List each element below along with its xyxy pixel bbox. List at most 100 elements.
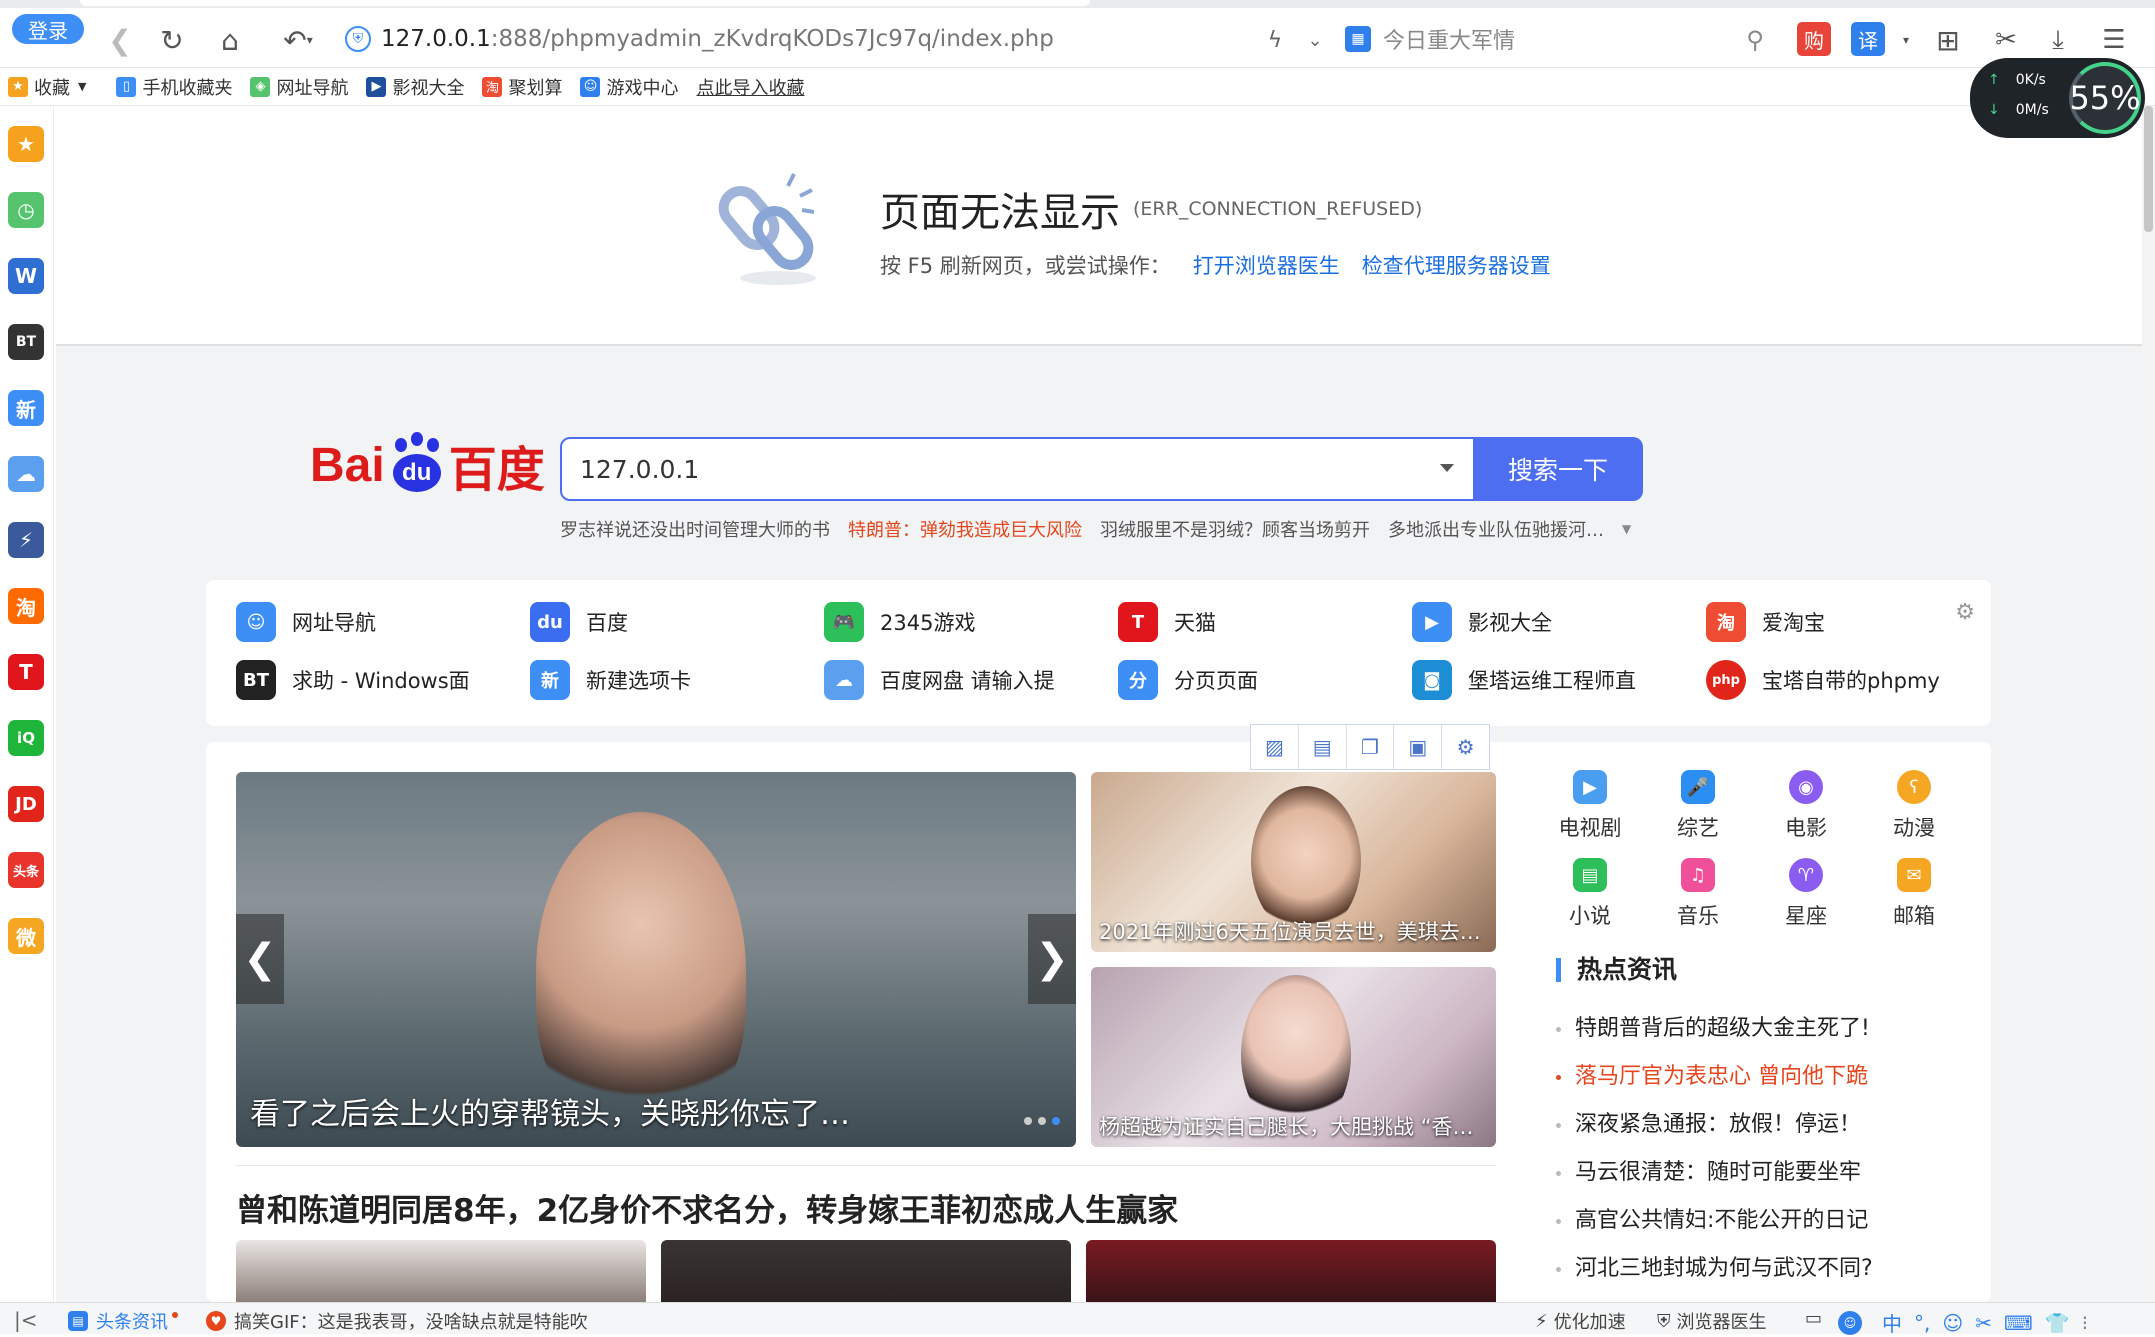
settings-icon[interactable]: ⚙ [1955,600,1975,625]
sidebar-weibo-icon[interactable]: 微 [8,918,44,954]
collapse-sidebar-icon[interactable]: |< [14,1308,38,1332]
sidebar-word-icon[interactable]: W [8,258,44,294]
sidebar-favorites-icon[interactable]: ★ [8,126,44,162]
refresh-icon[interactable]: ↻ [152,20,192,60]
keyboard-icon[interactable]: ⌨ [2004,1311,2033,1335]
sidebar-toutiao-icon[interactable]: 头条 [8,852,44,888]
back-icon[interactable]: ❮ [100,20,140,60]
carousel-dots[interactable] [1024,1117,1060,1125]
quick-link-phpmyadmin[interactable]: php 宝塔自带的phpmy [1706,660,1956,700]
category-tv[interactable]: ▶ 电视剧 [1550,770,1630,842]
image-settings-icon[interactable]: ⚙ [1442,725,1489,769]
menu-icon[interactable]: ☰ [2094,20,2134,60]
ime-mode[interactable]: 中 [1882,1308,1902,1337]
main-news-photo[interactable]: 看了之后会上火的穿帮镜头，关晓彤你忘了… [236,772,1076,1147]
category-mail[interactable]: ✉ 邮箱 [1874,858,1954,930]
bookmark-favorites[interactable]: ★ 收藏 ▼ [8,74,86,100]
hot-info-item[interactable]: 高官公共情妇:不能公开的日记 [1556,1202,1868,1234]
bookmark-juhuasuan[interactable]: 淘聚划算 [482,74,562,100]
hot-info-item[interactable]: 落马厅官为表忠心 曾向他下跪 [1556,1058,1868,1090]
sidebar-history-icon[interactable]: ◷ [8,192,44,228]
hot-news-search[interactable]: ▦ 今日重大军情 [1345,18,1765,60]
sidebar-bt-icon[interactable]: BT [8,324,44,360]
category-music[interactable]: ♫ 音乐 [1658,858,1738,930]
thumb-photo-2[interactable] [661,1240,1071,1302]
sidebar-app-icon[interactable]: ⚡ [8,522,44,558]
chevron-down-icon[interactable]: ▼ [1622,522,1631,536]
quick-link-baidu-pan[interactable]: ☁ 百度网盘 请输入提 [824,660,1074,700]
emoji-icon[interactable]: ☺ [1942,1311,1963,1335]
lightning-icon[interactable]: ϟ [1255,20,1295,60]
quick-link-bt-help[interactable]: BT 求助 - Windows面 [236,660,486,700]
undo-icon[interactable]: ↶ ▾ [268,20,328,60]
check-proxy-link[interactable]: 检查代理服务器设置 [1362,250,1551,280]
import-bookmarks-link[interactable]: 点此导入收藏 [696,74,804,100]
translate-icon[interactable]: 译 [1851,22,1885,56]
search-history-dropdown-icon[interactable] [1440,464,1454,472]
page-scrollbar[interactable] [2142,106,2155,1302]
hot-search-item[interactable]: 多地派出专业队伍驰援河… [1388,516,1604,542]
download-icon[interactable]: ⤓ [2038,20,2078,60]
category-anime[interactable]: ʕ 动漫 [1874,770,1954,842]
scrollbar-thumb[interactable] [2144,106,2153,232]
thumb-photo-1[interactable] [236,1240,646,1302]
category-movie[interactable]: ◉ 电影 [1766,770,1846,842]
quick-link-paging[interactable]: 分分页页面 [1118,660,1368,700]
hot-info-item[interactable]: 马云很清楚：随时可能要坐牢 [1556,1154,1861,1186]
image-wallpaper-icon[interactable]: ▣ [1394,725,1443,769]
scissors-icon[interactable]: ✂ [1986,20,2026,60]
hot-search-item[interactable]: 罗志祥说还没出时间管理大师的书 [560,516,830,542]
category-horoscope[interactable]: ♈ 星座 [1766,858,1846,930]
scissors-icon[interactable]: ✂ [1975,1311,1992,1335]
sidebar-taobao-icon[interactable]: 淘 [8,588,44,624]
chevron-down-icon[interactable]: ⌄ [1295,20,1335,60]
baidu-search-button[interactable]: 搜索一下 [1473,437,1643,501]
skin-icon[interactable]: 👕 [2045,1311,2070,1335]
bookmark-nav[interactable]: ◈ 网址导航 [250,74,348,100]
quick-link-2345[interactable]: 🎮 2345游戏 [824,602,1074,642]
news-headline[interactable]: 曾和陈道明同居8年，2亿身价不求名分，转身嫁王菲初恋成人生赢家 [236,1185,1178,1230]
sidebar-jd-icon[interactable]: JD [8,786,44,822]
login-button[interactable]: 登录 [12,14,84,44]
baidu-logo[interactable]: Bai du 百度 [310,430,545,500]
news-feed-button[interactable]: ▤ 头条资讯 [68,1308,178,1334]
browser-doctor-button[interactable]: ⛨ 浏览器医生 [1657,1308,1767,1334]
more-icon[interactable]: ⁝ [2082,1311,2088,1335]
speedup-button[interactable]: ⚡ 优化加速 [1535,1308,1626,1334]
network-speed-widget[interactable]: ↑ 0K/s ↓ 0M/s 55% [1970,58,2145,138]
sidebar-new-tab-icon[interactable]: 新 [8,390,44,426]
carousel-prev-button[interactable]: ❮ [236,914,284,1004]
address-bar[interactable]: ⛨ 127.0.0.1:888/phpmyadmin_zKvdrqKODs7Jc… [345,18,1345,60]
shop-icon[interactable]: 购 [1797,22,1831,56]
image-save-icon[interactable]: ▤ [1299,725,1347,769]
hot-info-item[interactable]: 河北三地封城为何与武汉不同? [1556,1250,1873,1282]
quick-link-bt-live[interactable]: ◙ 堡塔运维工程师直 [1412,660,1662,700]
hot-info-item[interactable]: 深夜紧急通报：放假！停运！ [1556,1106,1861,1138]
translate-menu-icon[interactable]: ▾ [1886,20,1926,60]
bookmark-games[interactable]: ☺ 游戏中心 [580,74,678,100]
quick-link-new-tab[interactable]: 新新建选项卡 [530,660,780,700]
quick-link-baidu[interactable]: du 百度 [530,602,780,642]
quick-link-film[interactable]: ▶ 影视大全 [1412,602,1662,642]
hot-search-item[interactable]: 羽绒服里不是羽绒？顾客当场剪开 [1100,516,1370,542]
carousel-next-button[interactable]: ❯ [1028,914,1076,1004]
hot-info-item[interactable]: 特朗普背后的超级大金主死了! [1556,1010,1870,1042]
hot-search-item[interactable]: 特朗普：弹劾我造成巨大风险 [848,516,1082,542]
image-edit-icon[interactable]: ▨ [1251,725,1299,769]
side-news-photo-2[interactable]: 杨超越为证实自己腿长，大胆挑战 “香… [1091,967,1496,1147]
active-tab[interactable] [80,0,1090,6]
gif-news-link[interactable]: ♥ 搞笑GIF：这是我表哥，没啥缺点就是特能吹 [206,1308,588,1334]
bookmark-mobile[interactable]: ▯ 手机收藏夹 [116,74,232,100]
apps-grid-icon[interactable]: ⊞ [1928,20,1968,60]
thumb-photo-3[interactable] [1086,1240,1496,1302]
bookmark-film[interactable]: ▶ 影视大全 [366,74,464,100]
quick-link-tmall[interactable]: T 天猫 [1118,602,1368,642]
ime-logo-icon[interactable]: ☺ [1838,1310,1862,1335]
home-icon[interactable]: ⌂ [210,20,250,60]
sidebar-iqiyi-icon[interactable]: iQ [8,720,44,756]
quick-link-aitaobao[interactable]: 淘爱淘宝 [1706,602,1956,642]
side-news-photo-1[interactable]: 2021年刚过6天五位演员去世，美琪去… [1091,772,1496,952]
sidebar-cloud-icon[interactable]: ☁ [8,456,44,492]
category-variety[interactable]: 🎤 综艺 [1658,770,1738,842]
quick-link-nav[interactable]: ☺ 网址导航 [236,602,486,642]
